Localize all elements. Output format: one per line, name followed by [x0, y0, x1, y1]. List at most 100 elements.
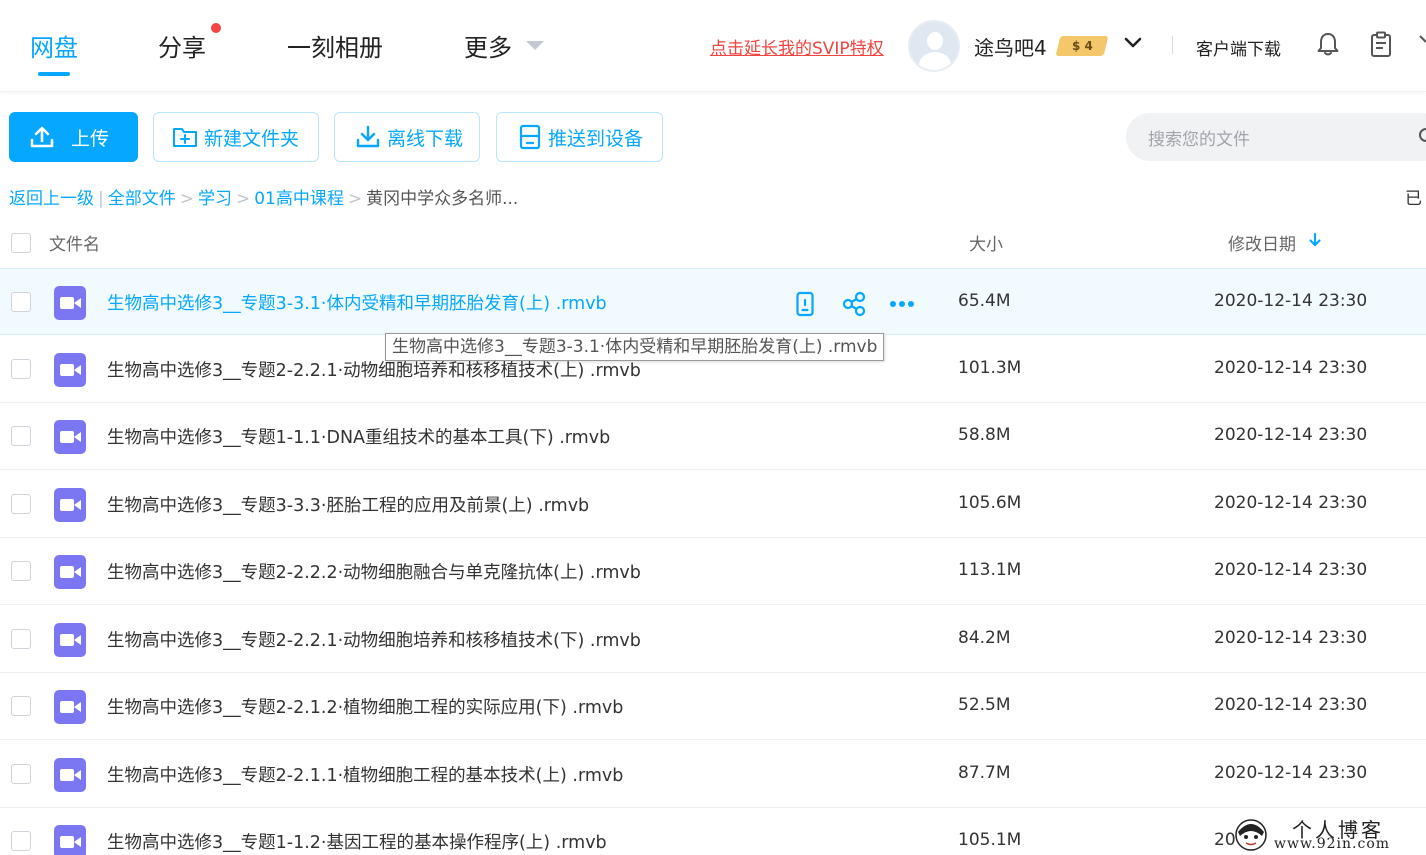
caret-down-icon[interactable]	[526, 41, 544, 50]
svip-extend-link[interactable]: 点击延长我的SVIP特权	[710, 34, 884, 59]
video-file-icon	[54, 758, 86, 792]
top-header: 网盘 分享 一刻相册 更多 点击延长我的SVIP特权 途鸟吧4 $ 4 客户端下…	[0, 0, 1426, 92]
client-download-link[interactable]: 客户端下载	[1196, 35, 1281, 60]
chevron-down-icon[interactable]	[1124, 34, 1142, 52]
folder-add-icon	[173, 128, 197, 147]
file-size: 65.4M	[958, 291, 1011, 311]
filename-tooltip: 生物高中选修3__专题3-3.1·体内受精和早期胚胎发育(上) .rmvb	[385, 333, 885, 361]
more-options-icon[interactable]	[888, 291, 916, 317]
push-to-device-button[interactable]: 推送到设备	[496, 112, 663, 162]
new-folder-label: 新建文件夹	[204, 127, 300, 150]
table-header: 文件名 大小 修改日期	[0, 222, 1426, 268]
active-tab-indicator	[38, 72, 70, 76]
table-row[interactable]: 生物高中选修3__专题1-1.2·基因工程的基本操作程序(上) .rmvb 10…	[0, 808, 1426, 855]
send-to-device-icon[interactable]	[795, 291, 815, 317]
new-folder-button[interactable]: 新建文件夹	[153, 112, 319, 162]
video-file-icon	[54, 555, 86, 589]
notification-dot	[211, 23, 221, 33]
watermark-logo-icon	[1235, 819, 1267, 851]
table-row[interactable]: 生物高中选修3__专题3-3.3·胚胎工程的应用及前景(上) .rmvb 105…	[0, 471, 1426, 538]
search-icon[interactable]	[1418, 127, 1426, 147]
video-file-icon	[54, 420, 86, 454]
tab-more[interactable]: 更多	[464, 28, 512, 63]
file-date: 2020-12-14 23:30	[1214, 560, 1368, 580]
upload-button[interactable]: 上传	[9, 112, 138, 162]
breadcrumb-study[interactable]: 学习	[198, 189, 232, 209]
file-size: 101.3M	[958, 358, 1022, 378]
column-size[interactable]: 大小	[969, 230, 1003, 255]
breadcrumb: 返回上一级 | 全部文件 > 学习 >01高中课程 > 黄冈中学众多名师...	[9, 184, 518, 209]
video-file-icon	[54, 623, 86, 657]
file-size: 105.6M	[958, 493, 1022, 513]
row-checkbox[interactable]	[11, 831, 31, 851]
file-name[interactable]: 生物高中选修3__专题1-1.1·DNA重组技术的基本工具(下) .rmvb	[107, 424, 610, 449]
video-file-icon	[54, 690, 86, 724]
file-date: 2020-12-14 23:30	[1214, 358, 1368, 378]
file-name[interactable]: 生物高中选修3__专题1-1.2·基因工程的基本操作程序(上) .rmvb	[107, 829, 607, 854]
watermark: 个人博客 www.92in.com	[1230, 812, 1426, 855]
file-name[interactable]: 生物高中选修3__专题2-2.2.1·动物细胞培养和核移植技术(下) .rmvb	[107, 627, 641, 652]
sort-desc-icon[interactable]	[1308, 232, 1322, 248]
breadcrumb-separator: >	[179, 189, 194, 209]
row-checkbox[interactable]	[11, 359, 31, 379]
offline-download-button[interactable]: 离线下载	[334, 112, 480, 162]
file-size: 105.1M	[958, 830, 1022, 850]
upload-icon	[30, 126, 54, 148]
file-date: 2020-12-14 23:30	[1214, 493, 1368, 513]
search-placeholder: 搜索您的文件	[1148, 130, 1250, 150]
table-row[interactable]: 生物高中选修3__专题2-2.1.1·植物细胞工程的基本技术(上) .rmvb …	[0, 741, 1426, 808]
file-name[interactable]: 生物高中选修3__专题3-3.3·胚胎工程的应用及前景(上) .rmvb	[107, 492, 589, 517]
column-date[interactable]: 修改日期	[1228, 230, 1296, 255]
file-name[interactable]: 生物高中选修3__专题2-2.1.1·植物细胞工程的基本技术(上) .rmvb	[107, 762, 623, 787]
table-row[interactable]: 生物高中选修3__专题2-2.2.2·动物细胞融合与单克隆抗体(上) .rmvb…	[0, 538, 1426, 605]
search-input[interactable]: 搜索您的文件	[1126, 113, 1426, 161]
bell-icon[interactable]	[1314, 30, 1342, 58]
row-checkbox[interactable]	[11, 764, 31, 784]
avatar[interactable]	[908, 20, 960, 72]
tab-album[interactable]: 一刻相册	[287, 28, 383, 63]
row-checkbox[interactable]	[11, 494, 31, 514]
file-date: 2020-12-14 23:30	[1214, 628, 1368, 648]
video-file-icon	[54, 825, 86, 855]
row-checkbox[interactable]	[11, 561, 31, 581]
file-name[interactable]: 生物高中选修3__专题2-2.2.2·动物细胞融合与单克隆抗体(上) .rmvb	[107, 559, 641, 584]
file-size: 52.5M	[958, 695, 1011, 715]
tab-share[interactable]: 分享	[158, 28, 206, 63]
upload-label: 上传	[71, 127, 110, 150]
file-name[interactable]: 生物高中选修3__专题2-2.1.2·植物细胞工程的实际应用(下) .rmvb	[107, 694, 623, 719]
file-date: 2020-12-14 23:30	[1214, 425, 1368, 445]
table-row[interactable]: 生物高中选修3__专题2-2.2.1·动物细胞培养和核移植技术(下) .rmvb…	[0, 606, 1426, 673]
breadcrumb-course[interactable]: 01高中课程	[254, 189, 344, 209]
table-row[interactable]: 生物高中选修3__专题3-3.1·体内受精和早期胚胎发育(上) .rmvb 65…	[0, 268, 1426, 335]
file-size: 87.7M	[958, 763, 1011, 783]
breadcrumb-divider: |	[98, 189, 104, 209]
row-checkbox[interactable]	[11, 629, 31, 649]
share-icon[interactable]	[841, 291, 867, 317]
breadcrumb-separator: >	[347, 189, 363, 209]
video-file-icon	[54, 286, 86, 320]
back-link[interactable]: 返回上一级	[9, 189, 94, 209]
push-to-device-label: 推送到设备	[548, 127, 644, 150]
table-row[interactable]: 生物高中选修3__专题2-2.1.2·植物细胞工程的实际应用(下) .rmvb …	[0, 673, 1426, 740]
table-row[interactable]: 生物高中选修3__专题1-1.1·DNA重组技术的基本工具(下) .rmvb 5…	[0, 403, 1426, 470]
video-file-icon	[54, 353, 86, 387]
overflow-icon[interactable]	[1418, 32, 1426, 56]
row-checkbox[interactable]	[11, 696, 31, 716]
row-checkbox[interactable]	[11, 426, 31, 446]
clipboard-icon[interactable]	[1367, 30, 1395, 58]
breadcrumb-separator: >	[235, 189, 251, 209]
file-size: 58.8M	[958, 425, 1011, 445]
row-checkbox[interactable]	[11, 292, 31, 312]
column-name[interactable]: 文件名	[49, 230, 100, 255]
loaded-status-text: 已	[1405, 189, 1422, 209]
device-icon	[519, 124, 541, 150]
file-name[interactable]: 生物高中选修3__专题3-3.1·体内受精和早期胚胎发育(上) .rmvb	[107, 290, 607, 315]
offline-download-label: 离线下载	[387, 127, 464, 150]
select-all-checkbox[interactable]	[11, 233, 31, 253]
video-file-icon	[54, 488, 86, 522]
breadcrumb-all-files[interactable]: 全部文件	[108, 189, 176, 209]
breadcrumb-current: 黄冈中学众多名师...	[366, 189, 519, 209]
tab-netdisk[interactable]: 网盘	[30, 28, 78, 63]
level-badge: $ 4	[1055, 36, 1109, 56]
username[interactable]: 途鸟吧4	[974, 32, 1047, 61]
